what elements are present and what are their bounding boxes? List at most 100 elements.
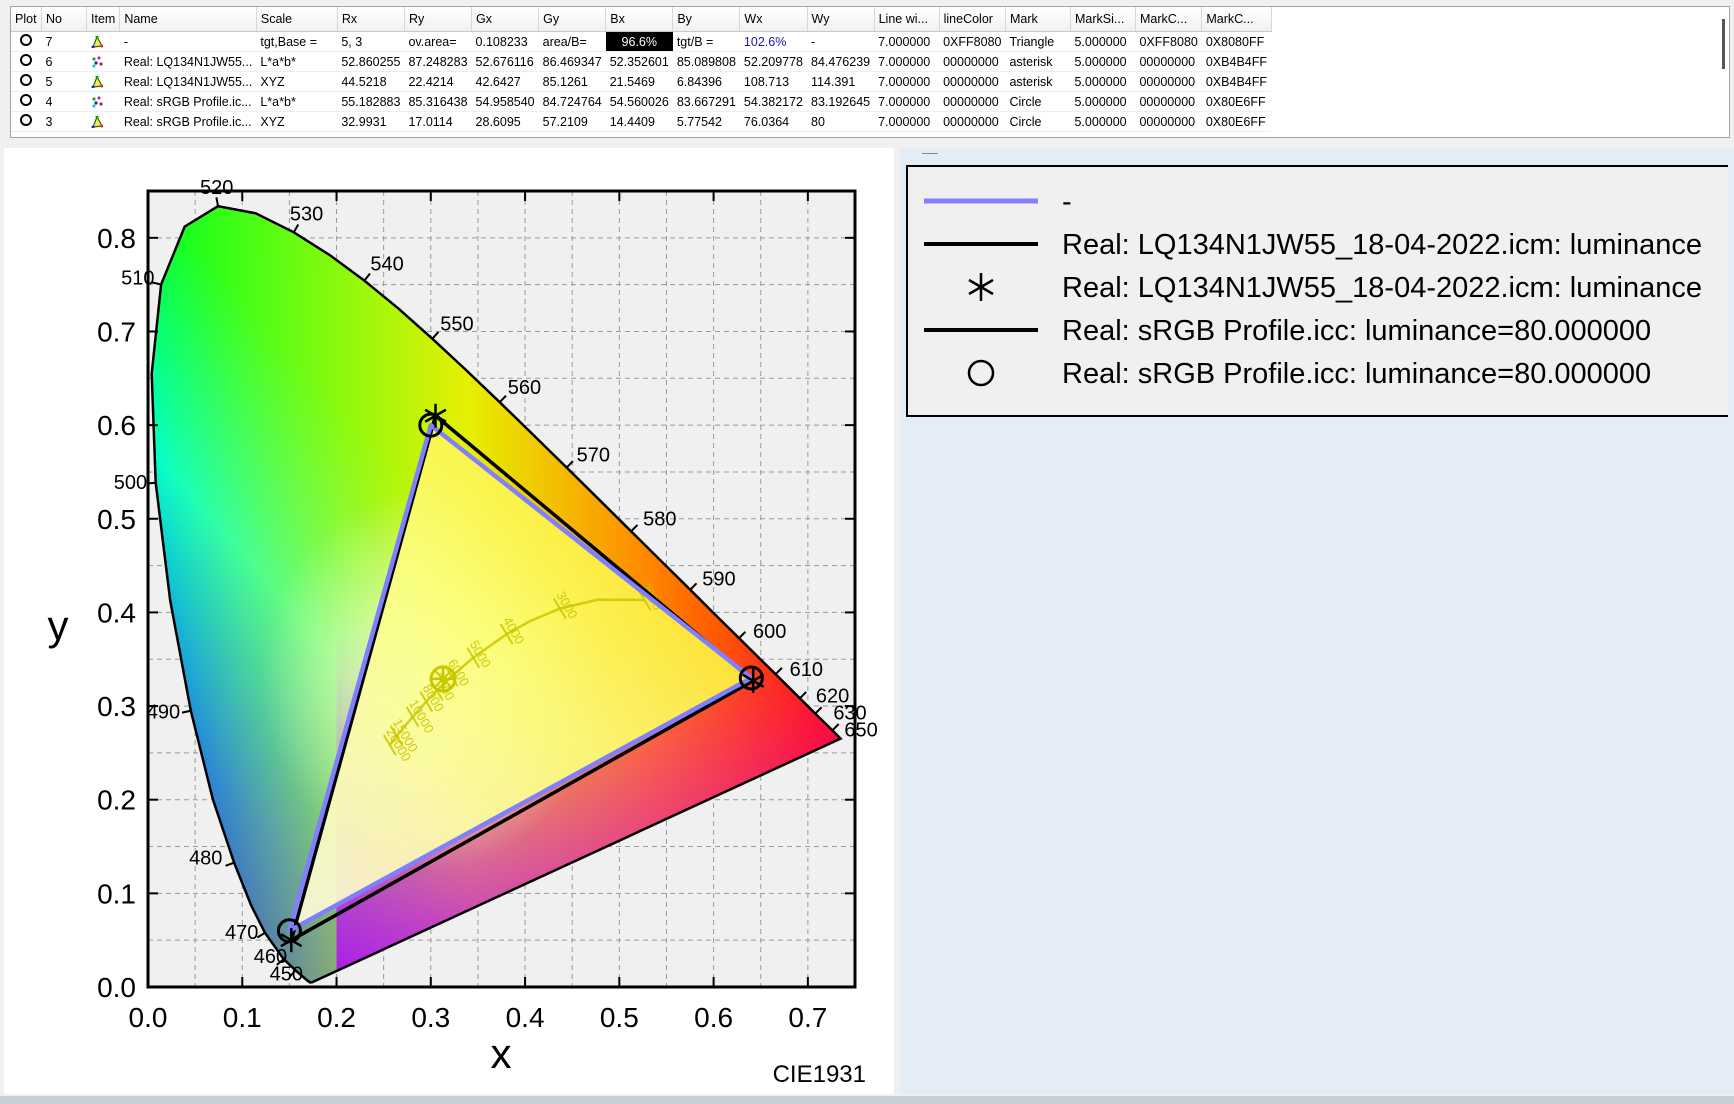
x-tick-label: 0.0 bbox=[129, 1002, 168, 1033]
plot-toggle-icon[interactable] bbox=[20, 114, 33, 126]
column-header-mark-size[interactable]: MarkSi... bbox=[1070, 7, 1136, 32]
scatter-item-icon bbox=[86, 51, 120, 72]
column-header-gy[interactable]: Gy bbox=[538, 7, 607, 32]
column-header-line-color[interactable]: lineColor bbox=[939, 7, 1006, 32]
x-tick-label: 0.5 bbox=[600, 1002, 639, 1033]
plot-toggle-icon[interactable] bbox=[20, 74, 33, 86]
cell-no: 7 bbox=[41, 31, 87, 52]
column-header-wx[interactable]: Wx bbox=[739, 7, 808, 32]
cie1931-label: CIE1931 bbox=[773, 1061, 866, 1088]
column-header-name[interactable]: Name bbox=[119, 7, 257, 32]
cell-mark: Triangle bbox=[1005, 31, 1071, 52]
x-axis-label: x bbox=[491, 1030, 512, 1077]
y-tick-label: 0.2 bbox=[97, 785, 136, 816]
cell-rx: 32.9931 bbox=[337, 111, 405, 132]
cell-gy: area/B= bbox=[538, 31, 606, 52]
wavelength-label: 580 bbox=[643, 508, 676, 530]
cell-ry: 85.316438 bbox=[404, 91, 472, 112]
cell-mark-size: 5.000000 bbox=[1070, 71, 1136, 92]
column-header-mark[interactable]: Mark bbox=[1005, 7, 1071, 32]
wavelength-label: 590 bbox=[702, 569, 735, 591]
column-header-gx[interactable]: Gx bbox=[471, 7, 540, 32]
table-row[interactable]: 7- tgt,Base = 5, 3 ov.area= 0.108233 area/B= 9… bbox=[11, 31, 1271, 52]
column-header-mark-color2[interactable]: MarkC... bbox=[1201, 7, 1272, 32]
legend: - Real: LQ134N1JW55_18-04-2022.icm: lumin… bbox=[906, 165, 1728, 417]
plot-toggle[interactable] bbox=[11, 111, 42, 132]
table-row[interactable]: 3 Real: sRGB Profile.ic... XYZ 32.9931 17.01… bbox=[11, 111, 1271, 132]
table-row[interactable]: 6 Real: LQ134N1JW55... L*a*b* 52.860255 87.2… bbox=[11, 51, 1271, 72]
cell-rx: 55.182883 bbox=[337, 91, 405, 112]
y-tick-label: 0.6 bbox=[97, 410, 136, 441]
plot-toggle-icon[interactable] bbox=[20, 94, 33, 106]
cell-bx: 21.5469 bbox=[605, 71, 673, 92]
cell-mark-size: 5.000000 bbox=[1070, 31, 1136, 52]
column-header-by[interactable]: By bbox=[672, 7, 741, 32]
cell-mark: asterisk bbox=[1005, 71, 1071, 92]
cell-by: 83.667291 bbox=[672, 91, 740, 112]
cell-no: 3 bbox=[41, 111, 87, 132]
cell-line-color: 00000000 bbox=[939, 51, 1006, 72]
cell-wx: 102.6% bbox=[739, 31, 808, 52]
cell-rx: 44.5218 bbox=[337, 71, 405, 92]
cell-scale: XYZ bbox=[256, 71, 338, 92]
column-header-plot[interactable]: Plot bbox=[11, 7, 42, 32]
plot-toggle[interactable] bbox=[11, 71, 42, 92]
cell-wx: 76.0364 bbox=[739, 111, 808, 132]
column-header-scale[interactable]: Scale bbox=[256, 7, 338, 32]
cell-mark-size: 5.000000 bbox=[1070, 51, 1136, 72]
cell-gx: 54.958540 bbox=[471, 91, 539, 112]
table-row[interactable]: 5 Real: LQ134N1JW55... XYZ 44.5218 22.4214 42… bbox=[11, 71, 1271, 92]
y-tick-label: 0.5 bbox=[97, 504, 136, 535]
column-header-bx[interactable]: Bx bbox=[605, 7, 674, 32]
cell-line-color: 00000000 bbox=[939, 111, 1006, 132]
legend-entry: Real: sRGB Profile.icc: luminance=80.000… bbox=[908, 310, 1728, 350]
cell-ry: 22.4214 bbox=[404, 71, 472, 92]
column-header-no[interactable]: No bbox=[41, 7, 87, 32]
legend-line-icon bbox=[922, 181, 1040, 221]
column-header-rx[interactable]: Rx bbox=[337, 7, 405, 32]
cell-scale: L*a*b* bbox=[256, 91, 338, 112]
triangle-item-icon bbox=[86, 71, 120, 92]
cell-wx: 54.382172 bbox=[739, 91, 808, 112]
x-tick-label: 0.2 bbox=[317, 1002, 356, 1033]
plot-toggle-icon[interactable] bbox=[20, 54, 33, 66]
table-row[interactable]: 4 Real: sRGB Profile.ic... L*a*b* 55.182883… bbox=[11, 91, 1271, 112]
triangle-item-icon bbox=[86, 111, 120, 132]
column-header-ry[interactable]: Ry bbox=[404, 7, 473, 32]
column-header-mark-color1[interactable]: MarkC... bbox=[1135, 7, 1203, 32]
cell-mark-c2: 0X8080FF bbox=[1201, 31, 1271, 52]
cell-mark-c2: 0XB4B4FF bbox=[1201, 51, 1271, 72]
cell-gx: 42.6427 bbox=[471, 71, 539, 92]
cell-name: - bbox=[119, 31, 257, 52]
y-tick-label: 0.1 bbox=[97, 878, 136, 909]
cell-wx: 52.209778 bbox=[739, 51, 808, 72]
profile-table[interactable]: Plot No Item Name Scale Rx Ry Gx Gy Bx B… bbox=[10, 6, 1730, 138]
cell-gy: 57.2109 bbox=[538, 111, 606, 132]
wavelength-label: 470 bbox=[225, 922, 258, 944]
wavelength-label: 550 bbox=[440, 314, 473, 336]
column-header-item[interactable]: Item bbox=[86, 7, 121, 32]
column-header-line-width[interactable]: Line wi... bbox=[874, 7, 940, 32]
x-tick-label: 0.3 bbox=[411, 1002, 450, 1033]
vertical-scrollbar[interactable] bbox=[1722, 19, 1725, 69]
cie1931-chart: 4504604704804905005105205305405505605705… bbox=[48, 177, 878, 1088]
legend-label: Real: sRGB Profile.icc: luminance=80.000… bbox=[1062, 315, 1652, 347]
plot-toggle-icon[interactable] bbox=[20, 34, 33, 46]
plot-toggle[interactable] bbox=[11, 31, 42, 52]
legend-panel: - Real: LQ134N1JW55_18-04-2022.icm: lumin… bbox=[900, 148, 1734, 1094]
column-header-wy[interactable]: Wy bbox=[807, 7, 875, 32]
legend-line-icon bbox=[922, 310, 1040, 350]
plot-toggle[interactable] bbox=[11, 91, 42, 112]
cell-mark-c1: 0XFF8080 bbox=[1135, 31, 1202, 52]
wavelength-label: 610 bbox=[790, 659, 823, 681]
cell-wy: 83.192645 bbox=[807, 91, 875, 112]
cell-bx: 54.560026 bbox=[605, 91, 673, 112]
legend-line-icon bbox=[922, 224, 1040, 264]
cell-mark: Circle bbox=[1005, 91, 1071, 112]
cell-mark-c2: 0X80E6FF bbox=[1201, 111, 1271, 132]
chromaticity-plot-panel: 450 460 470 480 490 500 510 520 530 540 550 560 570 5… bbox=[4, 148, 894, 1094]
wavelength-label: 650 bbox=[844, 719, 877, 741]
cell-wy: - bbox=[807, 31, 875, 52]
cell-name: Real: sRGB Profile.ic... bbox=[119, 111, 257, 132]
plot-toggle[interactable] bbox=[11, 51, 42, 72]
